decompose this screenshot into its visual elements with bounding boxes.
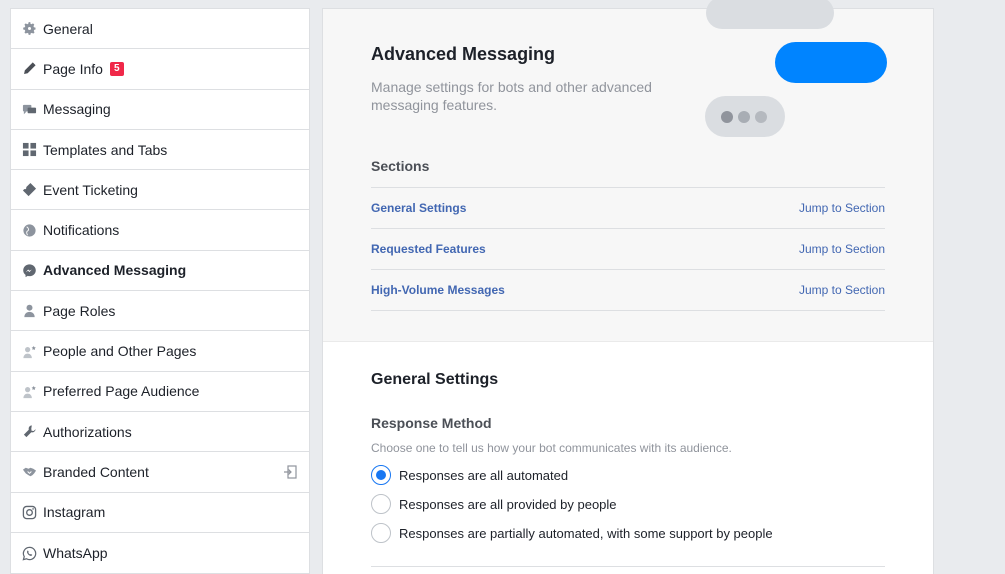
notification-badge: 5 [109,61,124,76]
pencil-icon [21,61,37,77]
sidebar-item-whatsapp[interactable]: WhatsApp [11,533,309,573]
sidebar-item-people-and-other-pages[interactable]: People and Other Pages [11,331,309,372]
sidebar-item-event-ticketing[interactable]: Event Ticketing [11,170,309,211]
sidebar-item-label: Branded Content [43,463,149,480]
section-link[interactable]: High-Volume Messages [371,283,505,297]
section-row-high-volume-messages: High-Volume Messages Jump to Section [371,269,885,310]
person-icon [21,303,37,319]
main-panel: Advanced Messaging Manage settings for b… [322,0,934,574]
sidebar-item-label: Advanced Messaging [43,262,187,279]
sidebar-item-authorizations[interactable]: Authorizations [11,412,309,453]
section-row-requested-features: Requested Features Jump to Section [371,228,885,269]
radio-label: Responses are all provided by people [399,496,617,512]
typing-dot [721,110,733,123]
section-link[interactable]: General Settings [371,201,466,215]
sidebar-item-page-info[interactable]: Page Info 5 [11,49,309,90]
chat-bubble-illustration [706,0,834,29]
response-option-people[interactable]: Responses are all provided by people [371,494,617,514]
radio-button[interactable] [371,523,391,543]
sidebar-item-general[interactable]: General [11,9,309,50]
sections-heading: Sections [371,158,430,174]
sidebar-item-label: Event Ticketing [43,181,138,198]
sidebar-item-advanced-messaging[interactable]: Advanced Messaging [11,251,309,292]
jump-to-section-link[interactable]: Jump to Section [799,201,885,215]
advanced-messaging-header: Advanced Messaging Manage settings for b… [323,0,933,342]
section-link[interactable]: Requested Features [371,242,486,256]
radio-label: Responses are partially automated, with … [399,525,773,541]
grid-icon [21,142,37,158]
enter-icon[interactable] [283,465,297,479]
typing-dot [738,110,750,123]
messenger-icon [21,262,37,278]
sidebar-item-label: Page Info [43,60,103,77]
divider [371,310,885,311]
response-method-heading: Response Method [371,415,492,431]
jump-to-section-link[interactable]: Jump to Section [799,242,885,256]
sidebar-item-label: General [43,20,93,37]
radio-label: Responses are all automated [399,467,569,483]
sidebar-item-notifications[interactable]: Notifications [11,210,309,251]
instagram-icon [21,504,37,520]
whatsapp-icon [21,545,37,561]
wrench-icon [21,424,37,440]
response-method-description: Choose one to tell us how your bot commu… [371,441,732,455]
page-title: Advanced Messaging [371,44,556,64]
sidebar-item-label: Preferred Page Audience [43,383,200,400]
typing-dot [755,110,767,123]
response-option-partial[interactable]: Responses are partially automated, with … [371,523,773,543]
sidebar-item-label: Messaging [43,101,111,118]
response-option-automated[interactable]: Responses are all automated [371,465,568,485]
jump-to-section-link[interactable]: Jump to Section [799,283,885,297]
sidebar-item-label: Authorizations [43,423,132,440]
section-row-general-settings: General Settings Jump to Section [371,187,885,228]
sidebar-item-label: Templates and Tabs [43,141,168,158]
typing-indicator-illustration [705,96,785,137]
divider [371,566,885,567]
ticket-icon [21,182,37,198]
general-settings-heading: General Settings [371,371,499,388]
sidebar-item-templates-and-tabs[interactable]: Templates and Tabs [11,130,309,171]
sidebar-item-preferred-page-audience[interactable]: Preferred Page Audience [11,372,309,412]
settings-sidebar: General Page Info 5 Messaging Templates … [10,8,310,574]
person-star-icon [21,383,37,399]
chat-bubble-illustration [775,42,887,83]
gear-icon [21,21,37,37]
sidebar-item-page-roles[interactable]: Page Roles [11,291,309,332]
sidebar-item-branded-content[interactable]: Branded Content [11,452,309,493]
sidebar-item-label: Page Roles [43,302,116,319]
sidebar-item-instagram[interactable]: Instagram [11,493,309,533]
sidebar-item-label: Notifications [43,222,120,239]
chat-bubbles-icon [21,101,37,117]
sidebar-item-messaging[interactable]: Messaging [11,90,309,130]
sidebar-item-label: WhatsApp [43,545,108,561]
sidebar-item-label: People and Other Pages [43,343,197,360]
page-description: Manage settings for bots and other advan… [371,79,652,113]
radio-button-selected[interactable] [371,465,391,485]
radio-button[interactable] [371,494,391,514]
globe-icon [21,222,37,238]
sidebar-item-label: Instagram [43,504,106,521]
person-star-icon [21,343,37,359]
handshake-icon [21,464,37,480]
